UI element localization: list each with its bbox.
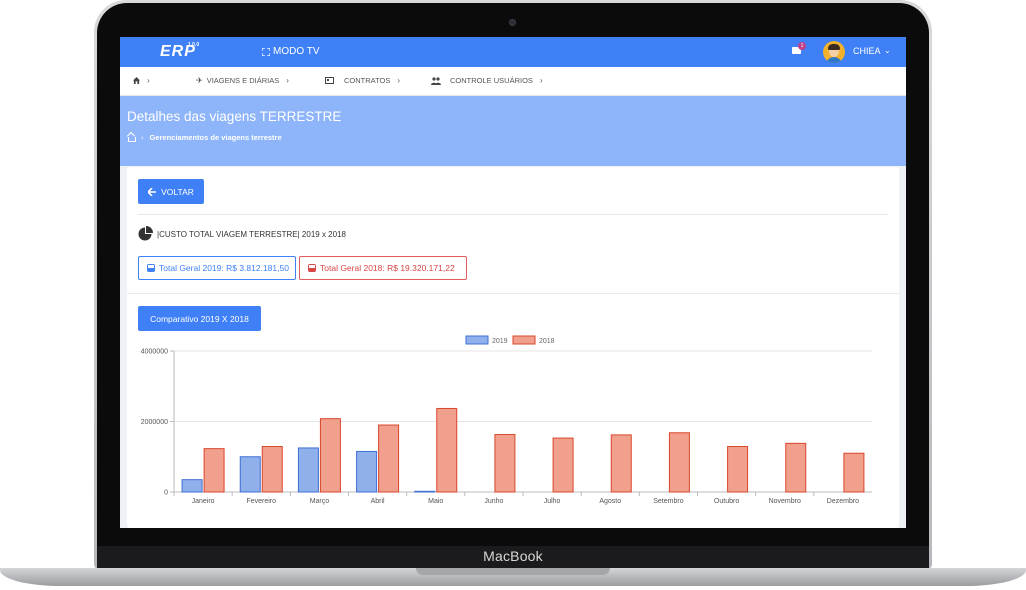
bar-2018-outubro xyxy=(727,446,749,493)
bar-2018-novembro xyxy=(785,442,807,493)
legend-label-2018: 2018 xyxy=(539,338,555,345)
x-tick-label: Outubro xyxy=(714,498,739,505)
x-tick-label: Abril xyxy=(371,498,385,505)
webcam xyxy=(509,19,516,26)
bar-2018-junho xyxy=(494,434,516,493)
bar-2019-janeiro xyxy=(181,479,203,493)
y-tick-label: 2000000 xyxy=(141,419,168,426)
y-tick-label: 0 xyxy=(164,490,168,497)
bar-2018-março xyxy=(319,418,341,493)
x-tick-label: Novembro xyxy=(769,498,801,505)
x-tick-label: Fevereiro xyxy=(246,498,276,505)
bar-2019-fevereiro xyxy=(239,456,261,493)
laptop-brand: MacBook xyxy=(483,548,543,564)
x-tick-label: Dezembro xyxy=(827,498,859,505)
bar-2018-maio xyxy=(436,407,458,493)
x-tick-label: Maio xyxy=(428,498,443,505)
y-tick-label: 4000000 xyxy=(141,349,168,356)
bar-2019-abril xyxy=(356,450,378,493)
x-tick-label: Agosto xyxy=(599,498,621,505)
bar-2018-abril xyxy=(378,424,400,493)
bar-2018-dezembro xyxy=(843,452,865,493)
bar-2019-março xyxy=(297,447,319,493)
x-tick-label: Setembro xyxy=(653,498,683,505)
x-tick-label: Março xyxy=(310,498,330,505)
x-tick-label: Janeiro xyxy=(192,498,215,505)
laptop-mockup: ERP 1.0.0 MODO TV 1 CHIEA ⌄ › ✈ VIAGENS … xyxy=(0,0,1026,590)
legend-label-2019: 2019 xyxy=(492,338,508,345)
bar-2018-setembro xyxy=(668,432,690,493)
app-screen: ERP 1.0.0 MODO TV 1 CHIEA ⌄ › ✈ VIAGENS … xyxy=(120,37,906,528)
bar-2018-agosto xyxy=(610,434,632,493)
comparison-bar-chart: 4000000 2000000 0 Janeiro Fevereiro Março Abri… xyxy=(141,335,872,505)
legend-swatch-2018 xyxy=(512,335,536,345)
legend-swatch-2019 xyxy=(465,335,489,345)
bar-2018-julho xyxy=(552,437,574,493)
x-tick-label: Julho xyxy=(544,498,561,505)
bar-2018-janeiro xyxy=(203,448,225,493)
laptop-notch xyxy=(416,568,610,575)
bar-2018-fevereiro xyxy=(261,446,283,493)
x-tick-label: Junho xyxy=(484,498,503,505)
bar-2019-maio xyxy=(414,490,436,493)
